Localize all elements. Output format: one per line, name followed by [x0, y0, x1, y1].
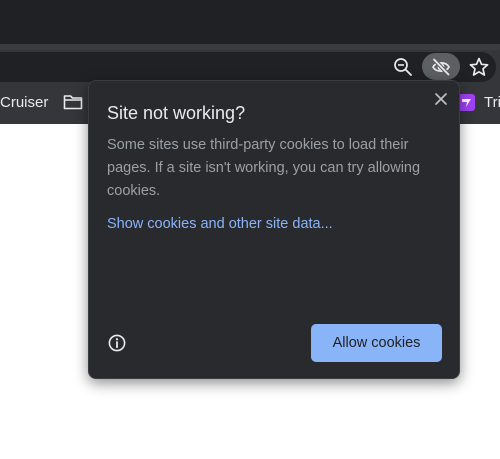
zoom-out-icon[interactable]	[393, 57, 413, 77]
close-icon[interactable]	[431, 89, 451, 109]
popup-description: Some sites use third-party cookies to lo…	[107, 137, 421, 199]
show-cookies-link[interactable]: Show cookies and other site data...	[107, 214, 333, 234]
tab-strip	[0, 0, 500, 46]
third-party-cookies-blocked-button[interactable]	[422, 53, 460, 80]
bookmark-cruiser[interactable]: Cruiser	[0, 93, 48, 113]
eye-slash-icon	[432, 58, 450, 76]
bookmark-tri[interactable]: Tri	[484, 93, 500, 113]
purple-favicon-icon[interactable]	[458, 94, 475, 111]
info-icon[interactable]	[107, 333, 127, 353]
cookie-popup-dialog: Site not working? Some sites use third-p…	[88, 80, 460, 379]
allow-cookies-button[interactable]: Allow cookies	[311, 324, 442, 362]
folder-icon[interactable]	[63, 94, 83, 110]
popup-title: Site not working?	[107, 103, 246, 123]
bookmark-star-icon[interactable]	[468, 56, 490, 78]
